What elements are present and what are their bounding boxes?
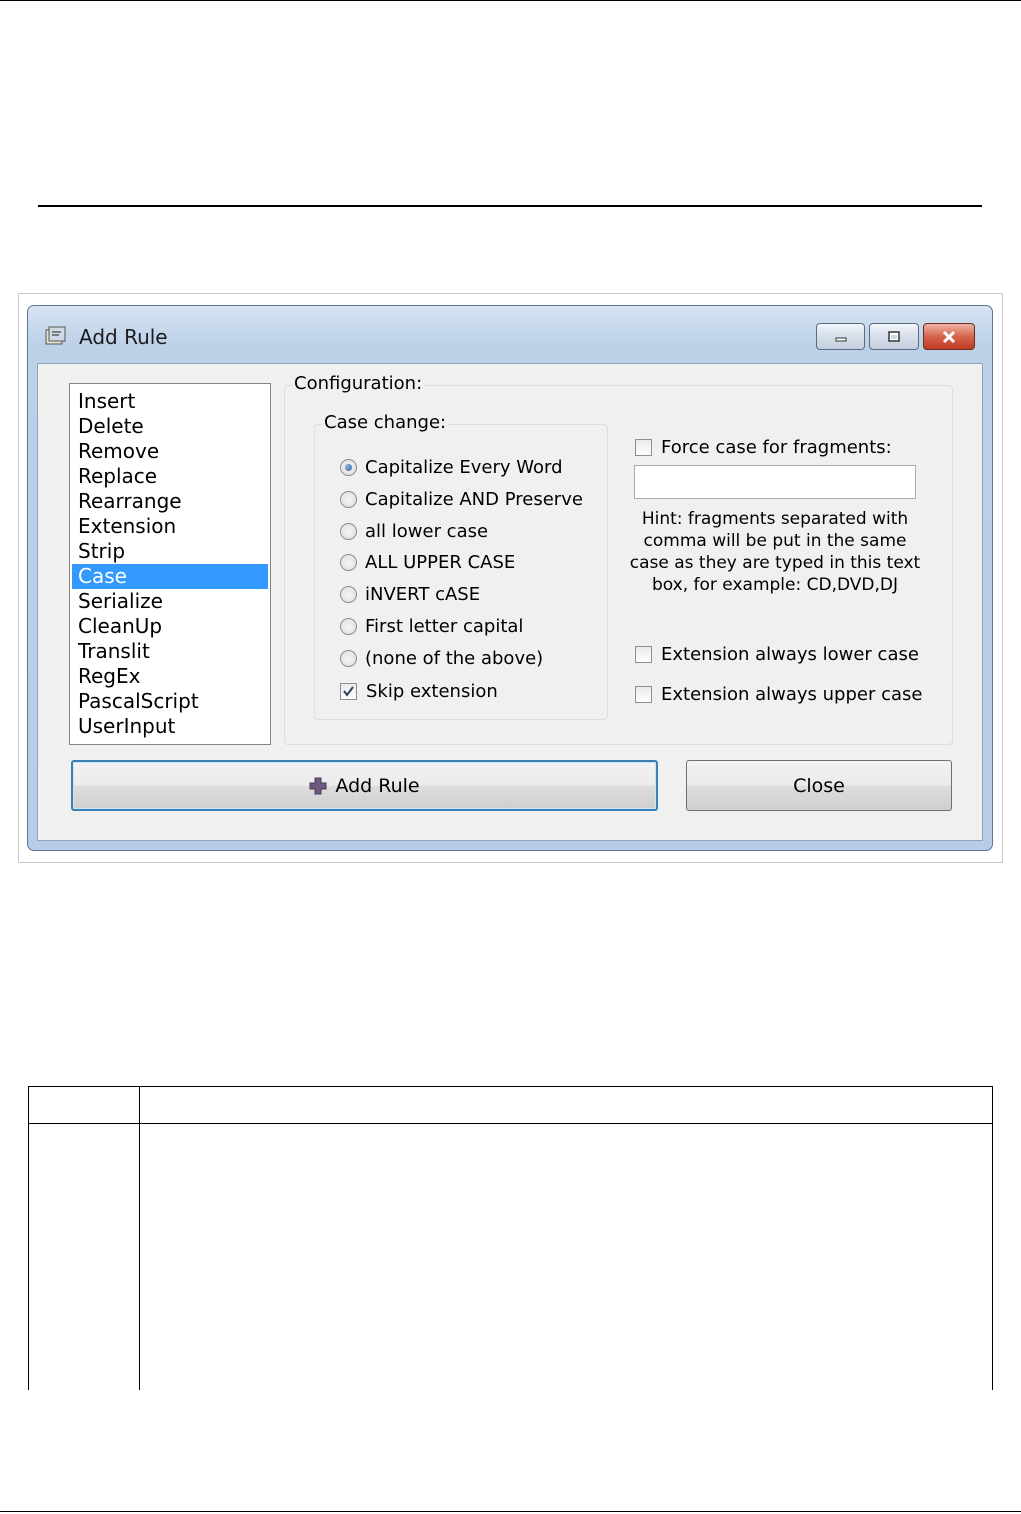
minimize-icon bbox=[835, 337, 846, 341]
radio-button[interactable] bbox=[340, 553, 357, 571]
ext-upper-checkbox[interactable]: Extension always upper case bbox=[635, 682, 922, 706]
table-row bbox=[28, 1123, 993, 1390]
radio-first-letter-capital[interactable]: First letter capital bbox=[340, 614, 523, 638]
list-item[interactable]: Rearrange bbox=[72, 489, 268, 514]
close-icon bbox=[942, 330, 956, 343]
radio-label: Capitalize AND Preserve bbox=[365, 488, 583, 510]
minimize-button[interactable] bbox=[816, 323, 865, 350]
radio-button[interactable] bbox=[340, 490, 357, 508]
fragments-input[interactable] bbox=[634, 465, 916, 499]
checkbox[interactable] bbox=[635, 645, 652, 663]
checkbox[interactable] bbox=[340, 682, 357, 700]
plus-icon bbox=[309, 777, 327, 794]
close-button[interactable]: Close bbox=[686, 760, 952, 811]
add-rule-dialog: Add Rule Insert Delete Remove Replace Re… bbox=[27, 305, 993, 851]
radio-label: ALL UPPER CASE bbox=[365, 551, 516, 573]
add-rule-button[interactable]: Add Rule bbox=[71, 760, 658, 811]
case-change-label: Case change: bbox=[322, 412, 449, 433]
radio-label: Capitalize Every Word bbox=[365, 456, 563, 478]
checkbox-label: Force case for fragments: bbox=[661, 436, 892, 458]
app-icon bbox=[43, 324, 67, 348]
radio-none-of-the-above[interactable]: (none of the above) bbox=[340, 646, 543, 670]
list-item[interactable]: Serialize bbox=[72, 589, 268, 614]
checkbox-label: Extension always lower case bbox=[661, 643, 919, 665]
list-item[interactable]: PascalScript bbox=[72, 689, 268, 714]
configuration-label: Configuration: bbox=[292, 373, 425, 394]
ext-lower-checkbox[interactable]: Extension always lower case bbox=[635, 642, 919, 666]
checkmark-icon bbox=[343, 685, 354, 697]
radio-capitalize-and-preserve[interactable]: Capitalize AND Preserve bbox=[340, 487, 583, 511]
table-cell bbox=[28, 1123, 140, 1390]
skip-extension-checkbox[interactable]: Skip extension bbox=[340, 679, 498, 703]
radio-button[interactable] bbox=[340, 458, 357, 476]
dialog-client-area: Insert Delete Remove Replace Rearrange E… bbox=[37, 363, 983, 841]
radio-capitalize-every-word[interactable]: Capitalize Every Word bbox=[340, 455, 563, 479]
maximize-icon bbox=[888, 330, 900, 342]
radio-label: First letter capital bbox=[365, 615, 524, 637]
maximize-button[interactable] bbox=[869, 323, 919, 350]
add-rule-label: Add Rule bbox=[335, 774, 420, 797]
table-header-row bbox=[28, 1086, 993, 1124]
list-item[interactable]: Remove bbox=[72, 439, 268, 464]
radio-label: (none of the above) bbox=[365, 647, 544, 669]
list-item[interactable]: Translit bbox=[72, 639, 268, 664]
radio-button[interactable] bbox=[340, 522, 357, 540]
title-bar[interactable]: Add Rule bbox=[28, 306, 992, 364]
hint-text: Hint: fragments separated with comma wil… bbox=[629, 509, 921, 595]
table-header-cell bbox=[139, 1086, 993, 1124]
list-item[interactable]: Insert bbox=[72, 389, 268, 414]
radio-button[interactable] bbox=[340, 649, 357, 667]
checkbox-label: Extension always upper case bbox=[661, 683, 923, 705]
force-case-checkbox[interactable]: Force case for fragments: bbox=[635, 435, 892, 459]
close-window-button[interactable] bbox=[923, 323, 975, 350]
section-divider bbox=[38, 205, 982, 207]
close-label: Close bbox=[793, 774, 845, 797]
table-header-cell bbox=[28, 1086, 140, 1124]
page-bottom-rule bbox=[0, 1511, 1021, 1512]
radio-all-upper-case[interactable]: ALL UPPER CASE bbox=[340, 550, 515, 574]
list-item[interactable]: Delete bbox=[72, 414, 268, 439]
list-item[interactable]: Strip bbox=[72, 539, 268, 564]
list-item[interactable]: RegEx bbox=[72, 664, 268, 689]
window-title: Add Rule bbox=[79, 325, 168, 349]
radio-all-lower-case[interactable]: all lower case bbox=[340, 519, 488, 543]
checkbox-label: Skip extension bbox=[366, 680, 498, 702]
list-item-selected[interactable]: Case bbox=[72, 564, 268, 589]
radio-label: all lower case bbox=[365, 520, 489, 542]
rule-type-list[interactable]: Insert Delete Remove Replace Rearrange E… bbox=[69, 383, 271, 745]
radio-button[interactable] bbox=[340, 585, 357, 603]
list-item[interactable]: CleanUp bbox=[72, 614, 268, 639]
table-cell bbox=[139, 1123, 993, 1390]
radio-button[interactable] bbox=[340, 617, 357, 635]
list-item[interactable]: Extension bbox=[72, 514, 268, 539]
list-item[interactable]: Replace bbox=[72, 464, 268, 489]
checkbox[interactable] bbox=[635, 438, 652, 456]
radio-label: iNVERT cASE bbox=[365, 583, 481, 605]
checkbox[interactable] bbox=[635, 685, 652, 703]
list-item[interactable]: UserInput bbox=[72, 714, 268, 739]
document-table bbox=[28, 1086, 993, 1390]
page-top-rule bbox=[0, 0, 1021, 1]
radio-invert-case[interactable]: iNVERT cASE bbox=[340, 582, 480, 606]
